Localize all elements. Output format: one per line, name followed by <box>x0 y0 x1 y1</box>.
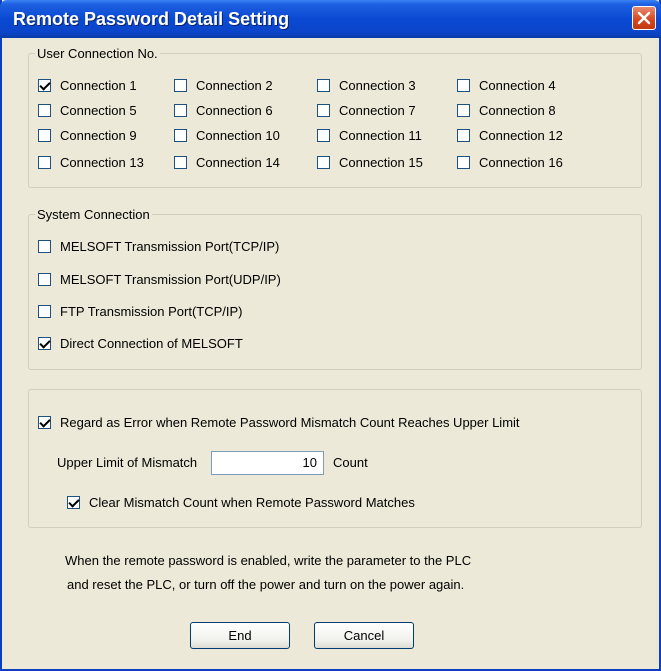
connection-12-label: Connection 12 <box>479 128 563 143</box>
window-title: Remote Password Detail Setting <box>13 9 290 29</box>
connection-9-checkbox[interactable]: Connection 9 <box>38 128 137 143</box>
connection-14-label: Connection 14 <box>196 155 280 170</box>
cancel-button[interactable]: Cancel <box>314 622 414 649</box>
regard-error-checkbox-box[interactable] <box>38 416 51 429</box>
note-line-2: and reset the PLC, or turn off the power… <box>67 577 465 592</box>
upper-limit-input[interactable]: 10 <box>211 451 324 475</box>
direct-connection-label: Direct Connection of MELSOFT <box>60 336 243 351</box>
connection-6-checkbox[interactable]: Connection 6 <box>174 103 273 118</box>
ftp-tcp-checkbox-box[interactable] <box>38 305 51 318</box>
connection-15-label: Connection 15 <box>339 155 423 170</box>
ftp-tcp-checkbox[interactable]: FTP Transmission Port(TCP/IP) <box>38 304 243 319</box>
count-label: Count <box>333 455 368 470</box>
connection-1-checkbox-box[interactable] <box>38 79 51 92</box>
title-bar[interactable]: Remote Password Detail Setting <box>0 0 661 38</box>
note-line-1: When the remote password is enabled, wri… <box>65 553 472 568</box>
connection-11-checkbox[interactable]: Connection 11 <box>317 128 422 143</box>
melsoft-tcp-checkbox-box[interactable] <box>38 240 51 253</box>
connection-7-checkbox-box[interactable] <box>317 104 330 117</box>
connection-10-checkbox[interactable]: Connection 10 <box>174 128 280 143</box>
connection-8-checkbox[interactable]: Connection 8 <box>457 103 556 118</box>
close-button[interactable] <box>632 6 656 30</box>
connection-7-label: Connection 7 <box>339 103 416 118</box>
melsoft-udp-checkbox-box[interactable] <box>38 273 51 286</box>
connection-13-label: Connection 13 <box>60 155 144 170</box>
clear-mismatch-checkbox[interactable]: Clear Mismatch Count when Remote Passwor… <box>67 495 415 510</box>
connection-12-checkbox[interactable]: Connection 12 <box>457 128 563 143</box>
direct-connection-checkbox[interactable]: Direct Connection of MELSOFT <box>38 336 243 351</box>
connection-2-checkbox-box[interactable] <box>174 79 187 92</box>
regard-error-checkbox[interactable]: Regard as Error when Remote Password Mis… <box>38 415 520 430</box>
clear-mismatch-checkbox-box[interactable] <box>67 496 80 509</box>
connection-6-checkbox-box[interactable] <box>174 104 187 117</box>
connection-2-checkbox[interactable]: Connection 2 <box>174 78 273 93</box>
connection-10-label: Connection 10 <box>196 128 280 143</box>
connection-8-label: Connection 8 <box>479 103 556 118</box>
connection-7-checkbox[interactable]: Connection 7 <box>317 103 416 118</box>
connection-4-label: Connection 4 <box>479 78 556 93</box>
connection-6-label: Connection 6 <box>196 103 273 118</box>
connection-16-checkbox-box[interactable] <box>457 156 470 169</box>
connection-12-checkbox-box[interactable] <box>457 129 470 142</box>
connection-3-checkbox[interactable]: Connection 3 <box>317 78 416 93</box>
connection-5-checkbox-box[interactable] <box>38 104 51 117</box>
connection-16-label: Connection 16 <box>479 155 563 170</box>
connection-9-label: Connection 9 <box>60 128 137 143</box>
connection-14-checkbox-box[interactable] <box>174 156 187 169</box>
clear-mismatch-label: Clear Mismatch Count when Remote Passwor… <box>89 495 415 510</box>
connection-16-checkbox[interactable]: Connection 16 <box>457 155 563 170</box>
connection-4-checkbox-box[interactable] <box>457 79 470 92</box>
user-connection-legend: User Connection No. <box>37 46 158 61</box>
connection-3-label: Connection 3 <box>339 78 416 93</box>
connection-2-label: Connection 2 <box>196 78 273 93</box>
ftp-tcp-label: FTP Transmission Port(TCP/IP) <box>60 304 243 319</box>
connection-11-label: Connection 11 <box>339 128 422 143</box>
connection-15-checkbox-box[interactable] <box>317 156 330 169</box>
upper-limit-label: Upper Limit of Mismatch <box>57 455 198 470</box>
end-button[interactable]: End <box>190 622 290 649</box>
connection-1-label: Connection 1 <box>60 78 137 93</box>
connection-11-checkbox-box[interactable] <box>317 129 330 142</box>
connection-15-checkbox[interactable]: Connection 15 <box>317 155 423 170</box>
connection-8-checkbox-box[interactable] <box>457 104 470 117</box>
connection-5-label: Connection 5 <box>60 103 137 118</box>
melsoft-tcp-label: MELSOFT Transmission Port(TCP/IP) <box>60 239 280 254</box>
close-icon <box>637 11 651 25</box>
connection-10-checkbox-box[interactable] <box>174 129 187 142</box>
connection-1-checkbox[interactable]: Connection 1 <box>38 78 137 93</box>
connection-13-checkbox[interactable]: Connection 13 <box>38 155 144 170</box>
connection-13-checkbox-box[interactable] <box>38 156 51 169</box>
connection-4-checkbox[interactable]: Connection 4 <box>457 78 556 93</box>
connection-5-checkbox[interactable]: Connection 5 <box>38 103 137 118</box>
system-connection-legend: System Connection <box>37 207 150 222</box>
melsoft-udp-checkbox[interactable]: MELSOFT Transmission Port(UDP/IP) <box>38 272 281 287</box>
dialog-window: Remote Password Detail Setting User Conn… <box>0 0 661 671</box>
connection-9-checkbox-box[interactable] <box>38 129 51 142</box>
direct-connection-checkbox-box[interactable] <box>38 337 51 350</box>
connection-3-checkbox-box[interactable] <box>317 79 330 92</box>
melsoft-tcp-checkbox[interactable]: MELSOFT Transmission Port(TCP/IP) <box>38 239 279 254</box>
melsoft-udp-label: MELSOFT Transmission Port(UDP/IP) <box>60 272 281 287</box>
connection-14-checkbox[interactable]: Connection 14 <box>174 155 280 170</box>
regard-error-label: Regard as Error when Remote Password Mis… <box>60 415 520 430</box>
